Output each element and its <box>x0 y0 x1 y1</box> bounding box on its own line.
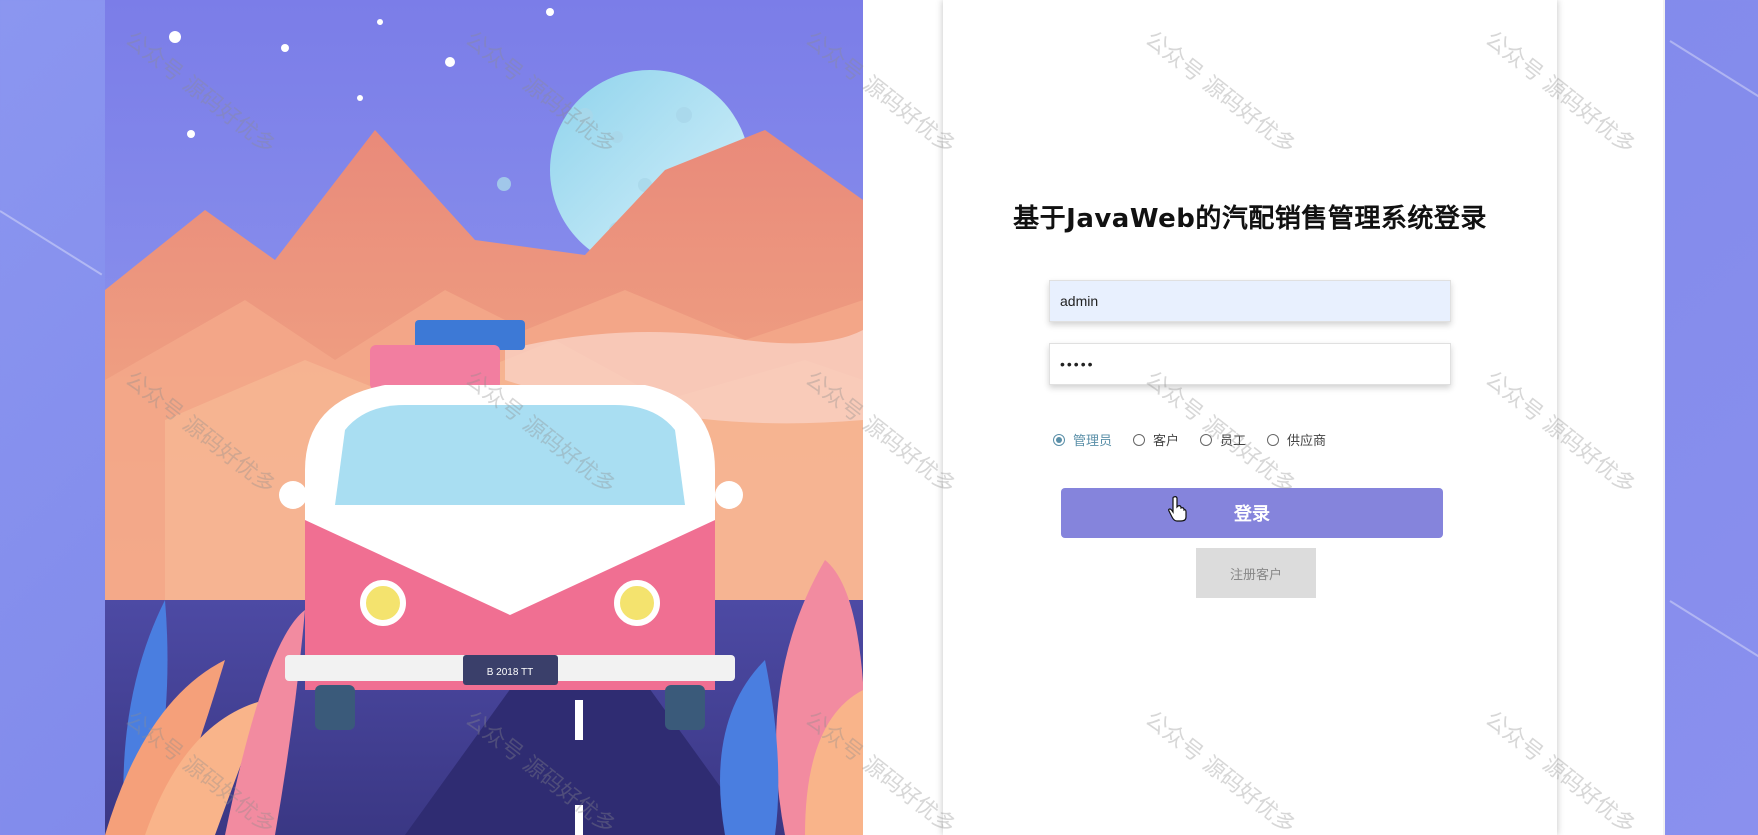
background-stripe <box>0 210 103 276</box>
login-panel: 基于JavaWeb的汽配销售管理系统登录 管理员 客户 员工 供应商 登录 注册… <box>943 0 1557 835</box>
page-title: 基于JavaWeb的汽配销售管理系统登录 <box>1013 204 1487 234</box>
radio-unchecked-icon[interactable] <box>1133 433 1146 446</box>
background-stripe <box>1669 40 1758 106</box>
username-input[interactable] <box>1049 280 1451 322</box>
register-customer-button[interactable]: 注册客户 <box>1196 548 1316 598</box>
login-stage: B 2018 TT 基于JavaWeb的汽配销售管理系统登录 管理员 客户 <box>105 0 1665 835</box>
role-option-employee[interactable]: 员工 <box>1200 430 1246 449</box>
role-option-supplier[interactable]: 供应商 <box>1267 430 1326 449</box>
radio-unchecked-icon[interactable] <box>1267 433 1280 446</box>
radio-unchecked-icon[interactable] <box>1200 433 1213 446</box>
illustration-panel: B 2018 TT <box>105 0 863 835</box>
role-option-admin[interactable]: 管理员 <box>1053 430 1112 449</box>
role-label: 供应商 <box>1287 433 1327 448</box>
camper-van-illustration: B 2018 TT <box>105 0 863 835</box>
role-label: 客户 <box>1153 433 1180 448</box>
panel-divider <box>1663 0 1665 835</box>
password-input[interactable] <box>1049 343 1451 385</box>
role-label: 管理员 <box>1073 433 1113 448</box>
radio-checked-icon[interactable] <box>1053 433 1065 446</box>
hand-cursor-icon <box>1168 496 1187 522</box>
role-label: 员工 <box>1220 433 1247 448</box>
background-stripe <box>1669 600 1758 666</box>
login-button[interactable]: 登录 <box>1061 488 1443 538</box>
license-plate-text: B 2018 TT <box>487 667 534 678</box>
role-option-customer[interactable]: 客户 <box>1133 430 1179 449</box>
role-radio-group: 管理员 客户 员工 供应商 <box>1053 430 1347 449</box>
